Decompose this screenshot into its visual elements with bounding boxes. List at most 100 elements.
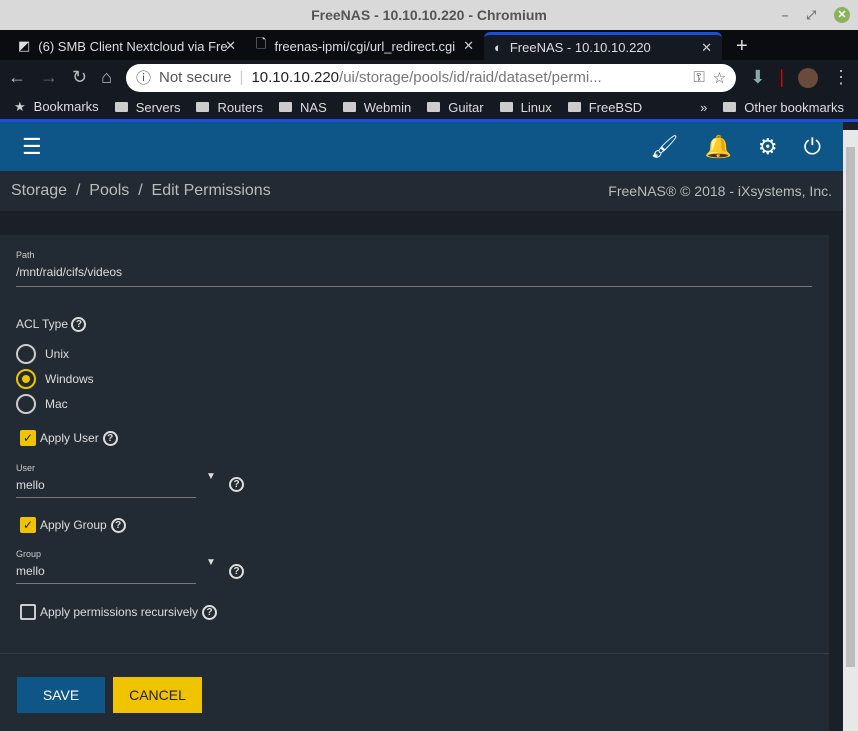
- url-host: 10.10.10.220: [251, 69, 340, 86]
- close-tab-icon[interactable]: ✕: [463, 38, 474, 54]
- info-icon: ⓘ: [135, 70, 151, 87]
- radio-circle[interactable]: [16, 394, 36, 414]
- help-icon[interactable]: ?: [229, 477, 244, 492]
- browser-tab[interactable]: ◩ (6) SMB Client Nextcloud via Fre ✕: [8, 32, 246, 60]
- acl-type-label: ACL Type ?: [16, 317, 87, 333]
- path-input[interactable]: /mnt/raid/cifs/videos: [16, 260, 812, 287]
- bookmark-item[interactable]: Bookmarks: [14, 99, 99, 115]
- dropdown-arrow-icon[interactable]: ▼: [206, 471, 216, 482]
- copyright: FreeNAS® © 2018 - iXsystems, Inc.: [608, 183, 832, 199]
- url-path: /ui/storage/pools/id/raid/dataset/permi.…: [339, 69, 602, 86]
- user-value[interactable]: mello: [16, 473, 196, 498]
- bookmark-item[interactable]: Webmin: [343, 100, 411, 115]
- breadcrumb-separator: /: [75, 182, 81, 199]
- tab-strip: ◩ (6) SMB Client Nextcloud via Fre ✕ 🗋 free…: [0, 30, 858, 60]
- maximize-icon[interactable]: ⤢: [806, 0, 816, 30]
- app-header: ☰ 🖌 🔔 ⚙ ⏻: [0, 122, 843, 171]
- apply-group-checkbox[interactable]: ✓ Apply Group ?: [20, 517, 126, 533]
- power-icon[interactable]: ⏻: [804, 134, 821, 160]
- browser-tab[interactable]: 🗋 freenas-ipmi/cgi/url_redirect.cgi ✕: [246, 32, 484, 60]
- star-icon[interactable]: ☆: [713, 69, 726, 87]
- apply-user-checkbox[interactable]: ✓ Apply User ?: [20, 430, 118, 446]
- scrollbar-thumb[interactable]: [846, 147, 855, 667]
- home-icon[interactable]: ⌂: [101, 67, 112, 88]
- acl-type-text: ACL Type: [16, 317, 69, 331]
- avatar[interactable]: [798, 67, 818, 88]
- user-label: User: [16, 463, 36, 473]
- reload-icon[interactable]: ↻: [72, 67, 87, 88]
- bookmarks-bar: Bookmarks Servers Routers NAS Webmin Gui…: [0, 95, 858, 122]
- close-tab-icon[interactable]: ✕: [701, 40, 712, 56]
- radio-circle[interactable]: [16, 344, 36, 364]
- group-select[interactable]: Group mello: [16, 549, 196, 584]
- group-value[interactable]: mello: [16, 559, 196, 584]
- help-icon[interactable]: ?: [102, 430, 118, 446]
- scrollbar[interactable]: [843, 130, 858, 731]
- close-icon[interactable]: ✕: [834, 7, 850, 23]
- user-select[interactable]: User mello: [16, 463, 196, 498]
- back-icon[interactable]: ←: [8, 67, 26, 88]
- checkbox-label: Apply permissions recursively: [40, 605, 199, 619]
- bookmark-item[interactable]: NAS: [279, 100, 327, 115]
- radio-label: Windows: [45, 372, 94, 386]
- divider: [0, 653, 829, 654]
- menu-icon[interactable]: ⋮: [832, 67, 850, 88]
- radio-windows[interactable]: Windows: [16, 369, 94, 389]
- more-bookmarks-icon[interactable]: »: [700, 100, 707, 115]
- address-bar[interactable]: ⓘ Not secure | 10.10.10.220/ui/storage/pool…: [125, 63, 737, 92]
- edit-permissions-form: Path /mnt/raid/cifs/videos ACL Type ? Un…: [0, 235, 829, 731]
- checkbox-checked-icon[interactable]: ✓: [20, 430, 36, 446]
- bookmark-item[interactable]: FreeBSD: [568, 100, 642, 115]
- bookmark-item[interactable]: Servers: [115, 100, 181, 115]
- bookmark-item[interactable]: Linux: [500, 100, 552, 115]
- recursive-checkbox[interactable]: Apply permissions recursively ?: [20, 604, 218, 620]
- checkbox-label: Apply User: [40, 431, 99, 445]
- freenas-favicon-icon: ◐: [494, 40, 502, 55]
- theme-paint-icon[interactable]: 🖌: [651, 134, 679, 160]
- document-icon: 🗋: [256, 36, 267, 51]
- radio-mac[interactable]: Mac: [16, 394, 68, 414]
- settings-gear-icon[interactable]: ⚙: [758, 134, 778, 160]
- key-icon[interactable]: ⚿: [693, 69, 704, 86]
- forward-icon[interactable]: →: [40, 67, 58, 88]
- checkbox-checked-icon[interactable]: ✓: [20, 517, 36, 533]
- path-label: Path: [16, 250, 35, 260]
- help-icon[interactable]: ?: [110, 517, 126, 533]
- radio-label: Unix: [45, 347, 70, 361]
- browser-toolbar: ← → ↻ ⌂ ⓘ Not secure | 10.10.10.220/ui/storage…: [0, 60, 858, 95]
- hamburger-menu-icon[interactable]: ☰: [22, 134, 42, 160]
- help-icon[interactable]: ?: [71, 317, 87, 333]
- group-label: Group: [16, 549, 42, 559]
- breadcrumb-storage[interactable]: Storage: [11, 182, 67, 199]
- other-bookmarks[interactable]: Other bookmarks: [723, 100, 844, 115]
- tab-label: (6) SMB Client Nextcloud via Fre: [38, 38, 228, 54]
- window-titlebar: FreeNAS - 10.10.10.220 - Chromium – ⤢ ✕: [0, 0, 858, 30]
- breadcrumb-current: Edit Permissions: [151, 182, 271, 199]
- checkbox-unchecked-icon[interactable]: [20, 604, 36, 620]
- breadcrumb-pools[interactable]: Pools: [89, 182, 129, 199]
- close-tab-icon[interactable]: ✕: [225, 38, 236, 54]
- dropdown-arrow-icon[interactable]: ▼: [206, 557, 216, 568]
- radio-circle[interactable]: [16, 369, 36, 389]
- help-icon[interactable]: ?: [229, 564, 244, 579]
- checkbox-label: Apply Group: [40, 518, 107, 532]
- extension-icon[interactable]: |: [779, 67, 784, 88]
- cancel-button[interactable]: CANCEL: [113, 677, 202, 713]
- radio-unix[interactable]: Unix: [16, 344, 69, 364]
- new-tab-button[interactable]: +: [722, 32, 762, 60]
- notifications-bell-icon[interactable]: 🔔: [704, 134, 731, 160]
- minimize-icon[interactable]: –: [782, 0, 789, 30]
- window-title: FreeNAS - 10.10.10.220 - Chromium: [311, 7, 547, 23]
- bookmark-item[interactable]: Guitar: [427, 100, 483, 115]
- breadcrumb: Storage / Pools / Edit Permissions FreeN…: [0, 171, 843, 211]
- help-icon[interactable]: ?: [202, 604, 218, 620]
- path-field[interactable]: Path /mnt/raid/cifs/videos: [16, 250, 812, 287]
- tab-label: FreeNAS - 10.10.10.220: [509, 40, 651, 55]
- download-icon[interactable]: ⬇: [750, 67, 765, 88]
- tab-favicon-icon: ◩: [18, 38, 31, 53]
- radio-label: Mac: [45, 397, 68, 411]
- save-button[interactable]: SAVE: [17, 677, 105, 713]
- tab-label: freenas-ipmi/cgi/url_redirect.cgi: [274, 38, 456, 54]
- bookmark-item[interactable]: Routers: [196, 100, 263, 115]
- browser-tab-active[interactable]: ◐ FreeNAS - 10.10.10.220 ✕: [484, 32, 722, 60]
